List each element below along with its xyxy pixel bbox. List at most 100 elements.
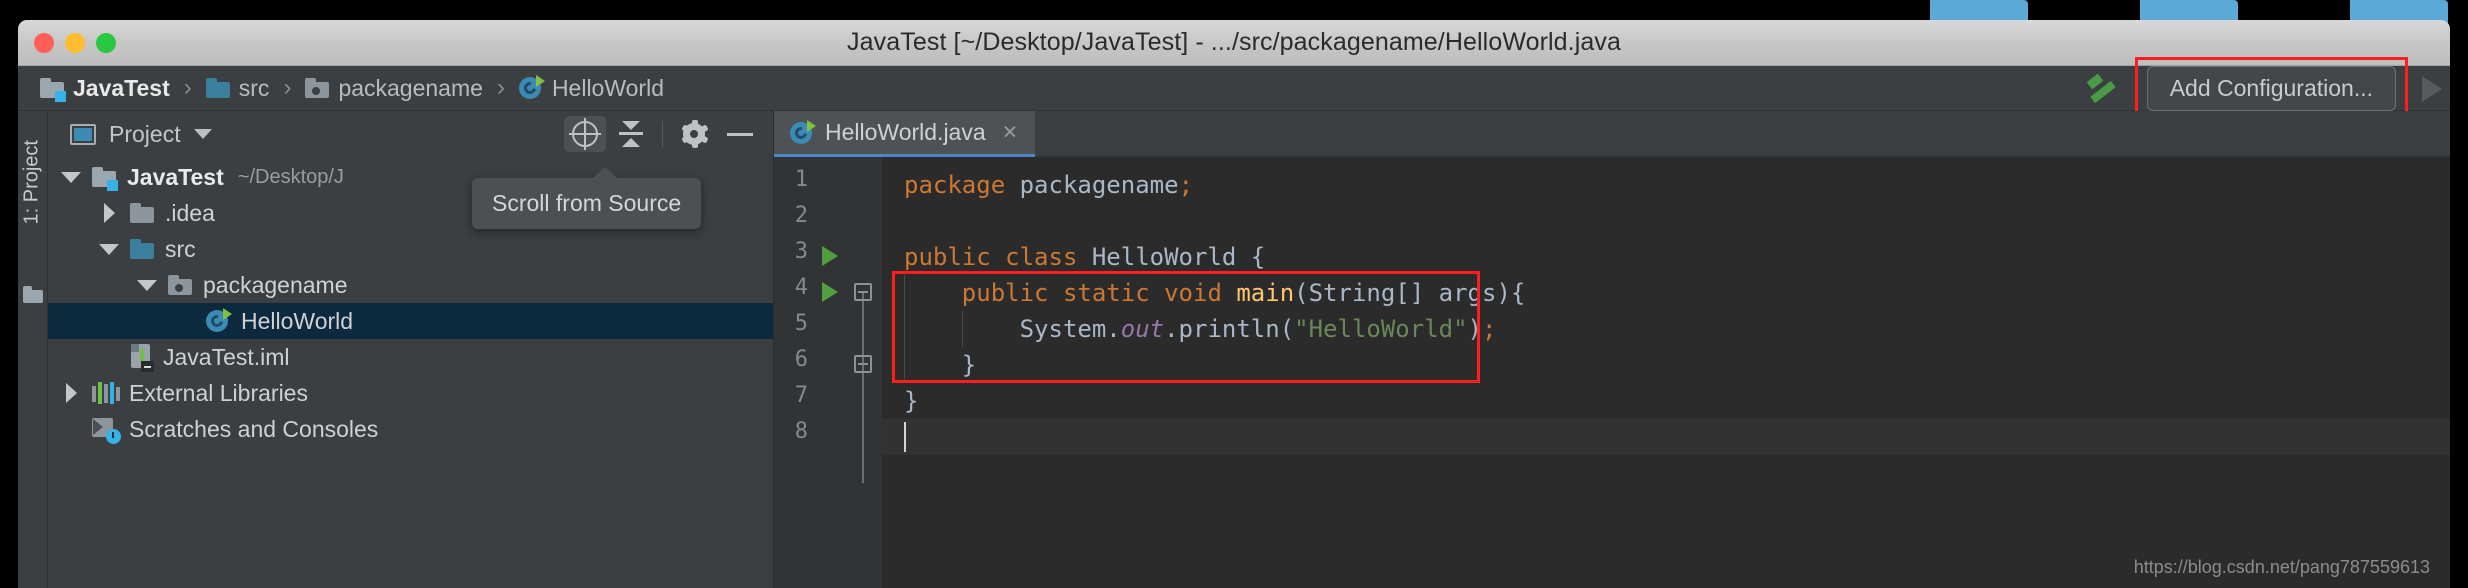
window-controls [34,32,116,53]
screenshot-root: JavaTest [~/Desktop/JavaTest] - .../src/… [0,0,2468,588]
fold-region-line [862,291,864,483]
plain-folder-icon [130,203,154,223]
chevron-right-icon[interactable] [58,383,84,403]
chevron-right-icon[interactable] [96,203,122,223]
chevron-down-icon[interactable] [58,171,84,183]
breadcrumb-separator: › [183,74,192,101]
code-line[interactable]: public static void main(String[] args){ [904,275,1526,311]
breadcrumb-label: JavaTest [73,74,170,101]
code-token: } [904,351,977,379]
code-token: System. [904,315,1121,343]
breadcrumb-item-src[interactable]: src [204,75,272,102]
code-token: ) [1467,315,1482,343]
tree-item-javatest-iml[interactable]: JavaTest.iml [48,339,773,375]
line-number: 6 [794,347,808,372]
java-class-icon [790,119,816,145]
breadcrumb: JavaTest › src › packagename › HelloWorl… [38,74,666,102]
tree-item-external-libraries[interactable]: External Libraries [48,375,773,411]
code-token: out [1120,315,1165,343]
line-number: 4 [794,275,808,300]
ide-body: 1: Project Project JavaTest ~/Desktop/J … [18,111,2450,588]
watermark: https://blog.csdn.net/pang787559613 [2133,557,2430,577]
code-content[interactable]: package packagename; public class HelloWo… [882,157,2450,588]
code-token: .println( [1164,315,1295,343]
fold-toggle-icon[interactable] [854,283,872,301]
code-token: public [904,243,991,271]
sidebar-item-project[interactable]: 1: Project [21,140,44,224]
tree-item-src[interactable]: src [48,231,773,267]
collapse-all-button[interactable] [610,116,652,152]
package-folder-icon [305,78,330,98]
hide-panel-button[interactable] [719,116,761,152]
hammer-icon[interactable] [2086,73,2121,104]
iml-file-icon [130,344,154,372]
breadcrumb-item-javatest[interactable]: JavaTest [38,75,172,102]
line-number: 1 [794,167,808,192]
tabbar-empty-space [1035,111,2450,157]
code-line[interactable]: System.out.println("HelloWorld"); [904,311,1497,347]
run-gutter-icon[interactable] [822,282,838,302]
code-line[interactable]: } [904,383,918,419]
breadcrumb-separator: › [283,74,292,101]
folder-icon [23,286,43,303]
tree-item-label: .idea [165,199,215,226]
add-configuration-button[interactable]: Add Configuration... [2146,66,2396,111]
chevron-down-icon[interactable] [193,129,212,139]
tree-item-label: HelloWorld [241,307,354,334]
close-button[interactable] [34,32,54,53]
tree-item-packagename[interactable]: packagename [48,267,773,303]
code-token: "HelloWorld" [1294,315,1468,343]
line-number: 8 [794,419,808,444]
current-line-highlight [882,419,2450,455]
breadcrumb-item-packagename[interactable]: packagename [303,75,485,102]
breadcrumb-label: src [238,74,270,101]
code-token: ; [1178,171,1194,199]
toolbar-divider [662,121,663,147]
text-caret [904,422,906,452]
code-line[interactable]: public class HelloWorld { [904,239,1265,275]
tree-item-helloworld[interactable]: HelloWorld [48,303,773,339]
code-line[interactable]: package packagename; [904,167,1193,203]
editor-gutter[interactable]: 1 2 3 4 5 6 7 8 [774,157,882,588]
code-token: ; [1482,315,1497,343]
breadcrumb-label: HelloWorld [551,74,664,101]
minimize-button[interactable] [65,32,85,53]
chevron-down-icon[interactable] [96,243,122,255]
code-token: } [904,387,919,415]
scroll-from-source-button[interactable] [564,116,606,152]
code-token: HelloWorld [1091,243,1237,271]
line-number: 5 [794,311,808,336]
project-panel-header: Project [48,111,773,157]
collapse-all-icon [618,121,644,147]
ide-window: JavaTest [~/Desktop/JavaTest] - .../src/… [18,20,2450,588]
close-icon[interactable]: × [1003,118,1018,147]
fold-toggle-icon[interactable] [854,355,872,373]
breadcrumb-item-helloworld[interactable]: HelloWorld [517,75,666,102]
source-folder-icon [205,78,230,98]
tree-item-scratches-and-consoles[interactable]: Scratches and Consoles [48,411,773,447]
chevron-down-icon[interactable] [134,279,160,291]
scratches-icon [92,417,121,444]
tooltip-arrow [592,167,618,179]
java-class-icon [518,75,545,100]
left-tool-strip: 1: Project [18,111,48,588]
code-editor[interactable]: 1 2 3 4 5 6 7 8 package packagename; public clas… [774,157,2450,588]
settings-button[interactable] [673,116,715,152]
zoom-button[interactable] [96,32,116,53]
crosshair-icon [569,118,601,150]
run-gutter-icon[interactable] [822,246,838,266]
run-arrow-icon[interactable] [2422,75,2442,102]
tree-item-label: JavaTest [127,163,224,190]
code-token: void [1164,279,1222,307]
tab-helloworld-java[interactable]: HelloWorld.java × [774,111,1036,157]
tab-label: HelloWorld.java [825,119,986,145]
breadcrumb-label: packagename [338,74,483,101]
code-line[interactable]: } [904,347,976,383]
code-token: public [961,279,1049,307]
tree-item-label: packagename [203,271,348,298]
line-number: 2 [794,203,808,228]
